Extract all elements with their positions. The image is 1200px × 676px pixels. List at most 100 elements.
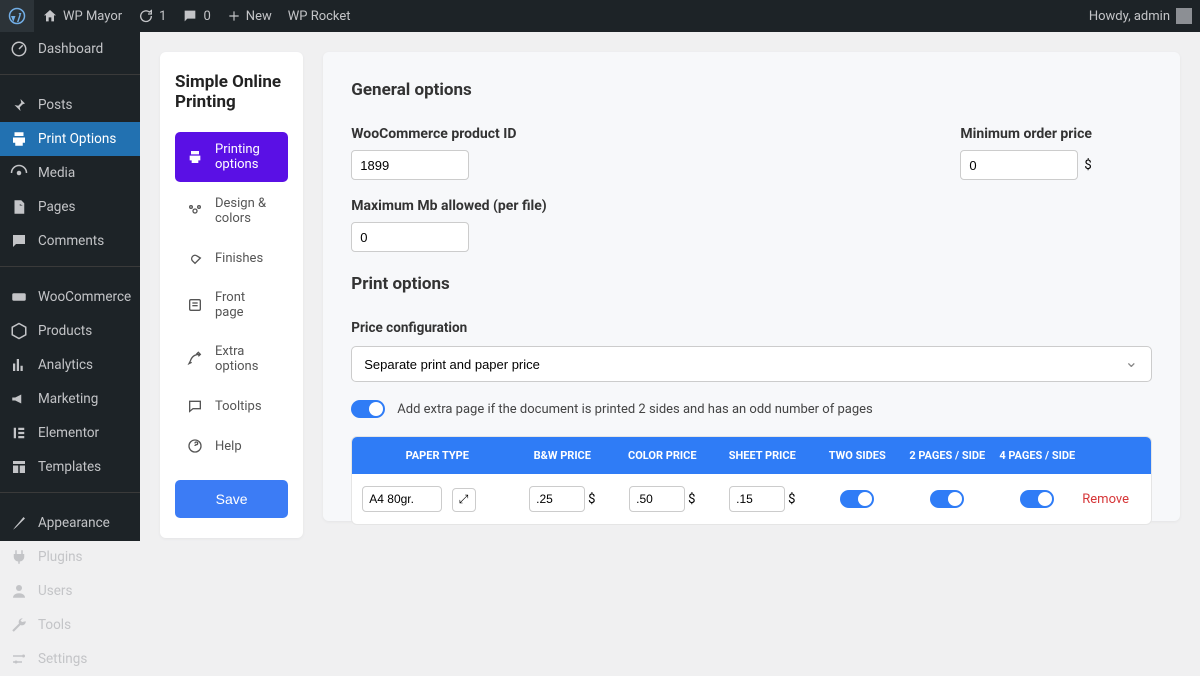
th-twosides: TWO SIDES	[812, 449, 902, 462]
nav-item-tooltips[interactable]: Tooltips	[175, 388, 288, 424]
sidebar-item-print-options[interactable]: Print Options	[0, 122, 140, 156]
settings-icon	[10, 650, 28, 668]
remove-row-button[interactable]: Remove	[1082, 492, 1129, 507]
max-mb-label: Maximum Mb allowed (per file)	[351, 198, 1152, 214]
admin-bar: WP Mayor 1 0 New WP Rocket Howdy, admin	[0, 0, 1200, 32]
sidebar-item-analytics[interactable]: Analytics	[0, 348, 140, 382]
min-order-input[interactable]	[960, 150, 1078, 180]
plug-icon	[10, 548, 28, 566]
nav-label: Help	[215, 439, 242, 454]
sidebar-item-pages[interactable]: Pages	[0, 190, 140, 224]
sidebar-item-comments[interactable]: Comments	[0, 224, 140, 258]
color-price-input[interactable]	[629, 486, 685, 512]
price-table: PAPER TYPE B&W PRICE COLOR PRICE SHEET P…	[351, 436, 1152, 525]
four-pages-toggle[interactable]	[1020, 490, 1054, 508]
template-icon	[10, 458, 28, 476]
two-pages-toggle[interactable]	[930, 490, 964, 508]
site-name-link[interactable]: WP Mayor	[34, 0, 130, 32]
wprocket-link[interactable]: WP Rocket	[280, 0, 359, 32]
sidebar-item-appearance[interactable]: Appearance	[0, 506, 140, 540]
nav-item-finishes[interactable]: Finishes	[175, 240, 288, 276]
nav-label: Front page	[215, 290, 276, 320]
sidebar-item-dashboard[interactable]: Dashboard	[0, 32, 140, 66]
sidebar-item-plugins[interactable]: Plugins	[0, 540, 140, 574]
refresh-icon	[138, 8, 154, 24]
menu-label: Posts	[38, 97, 72, 113]
nav-icon	[187, 438, 203, 454]
comments-count: 0	[203, 9, 210, 24]
elementor-icon	[10, 424, 28, 442]
print-icon	[10, 130, 28, 148]
comment-icon	[182, 8, 198, 24]
th-2ps: 2 PAGES / SIDE	[902, 449, 992, 462]
nav-label: Finishes	[215, 251, 263, 266]
menu-label: Media	[38, 165, 75, 181]
sidebar-item-media[interactable]: Media	[0, 156, 140, 190]
user-icon	[10, 582, 28, 600]
price-config-select[interactable]: Separate print and paper price	[351, 346, 1152, 382]
settings-nav-panel: Simple Online Printing Printing options D…	[160, 52, 303, 538]
sidebar-item-templates[interactable]: Templates	[0, 450, 140, 484]
nav-item-front-page[interactable]: Front page	[175, 280, 288, 330]
nav-item-printing-options[interactable]: Printing options	[175, 132, 288, 182]
site-name: WP Mayor	[63, 9, 122, 24]
menu-label: Print Options	[38, 131, 116, 147]
home-icon	[42, 8, 58, 24]
content-panel: General options WooCommerce product ID M…	[323, 52, 1180, 521]
sidebar-item-woocommerce[interactable]: WooCommerce	[0, 280, 140, 314]
nav-item-help[interactable]: Help	[175, 428, 288, 464]
wprocket-label: WP Rocket	[288, 9, 351, 24]
menu-label: Settings	[38, 651, 87, 667]
print-title: Print options	[351, 274, 1152, 294]
sidebar-item-posts[interactable]: Posts	[0, 88, 140, 122]
bw-price-input[interactable]	[529, 486, 585, 512]
currency-symbol: $	[1084, 158, 1091, 173]
min-order-label: Minimum order price	[960, 126, 1092, 142]
menu-label: Users	[38, 583, 72, 599]
nav-icon	[187, 351, 203, 367]
panel-title: Simple Online Printing	[175, 72, 288, 112]
pin-icon	[10, 96, 28, 114]
product-id-input[interactable]	[351, 150, 469, 180]
save-button[interactable]: Save	[175, 480, 288, 518]
comments-link[interactable]: 0	[174, 0, 218, 32]
two-sides-toggle[interactable]	[840, 490, 874, 508]
th-color: COLOR PRICE	[612, 449, 712, 462]
menu-label: Tools	[38, 617, 71, 633]
plus-icon	[227, 9, 241, 23]
howdy-link[interactable]: Howdy, admin	[1089, 8, 1192, 24]
wp-logo[interactable]	[0, 0, 34, 32]
sidebar-item-users[interactable]: Users	[0, 574, 140, 608]
general-title: General options	[351, 80, 1152, 100]
nav-item-design-colors[interactable]: Design & colors	[175, 186, 288, 236]
sidebar-item-elementor[interactable]: Elementor	[0, 416, 140, 450]
max-mb-input[interactable]	[351, 222, 469, 252]
nav-label: Printing options	[215, 142, 276, 172]
wp-sidebar: Dashboard Posts Print Options Media PagesCom…	[0, 32, 140, 541]
extra-page-toggle[interactable]	[351, 400, 385, 418]
nav-label: Tooltips	[215, 399, 262, 414]
menu-label: WooCommerce	[38, 289, 131, 305]
sidebar-item-products[interactable]: Products	[0, 314, 140, 348]
updates-link[interactable]: 1	[130, 0, 174, 32]
sidebar-item-tools[interactable]: Tools	[0, 608, 140, 642]
nav-item-extra-options[interactable]: Extra options	[175, 334, 288, 384]
new-link[interactable]: New	[219, 0, 280, 32]
sheet-price-input[interactable]	[729, 486, 785, 512]
avatar	[1176, 8, 1192, 24]
nav-icon	[187, 297, 203, 313]
table-header: PAPER TYPE B&W PRICE COLOR PRICE SHEET P…	[352, 437, 1151, 474]
nav-icon	[187, 250, 203, 266]
th-sheet: SHEET PRICE	[712, 449, 812, 462]
nav-icon	[187, 398, 203, 414]
brush-icon	[10, 514, 28, 532]
paper-expand-button[interactable]: ⤢	[452, 488, 476, 512]
sidebar-item-marketing[interactable]: Marketing	[0, 382, 140, 416]
currency-symbol: $	[688, 492, 695, 507]
nav-icon	[187, 203, 203, 219]
page-icon	[10, 198, 28, 216]
sidebar-item-settings[interactable]: Settings	[0, 642, 140, 676]
currency-symbol: $	[588, 492, 595, 507]
paper-type-input[interactable]	[362, 486, 442, 512]
extra-page-label: Add extra page if the document is printe…	[397, 402, 872, 417]
